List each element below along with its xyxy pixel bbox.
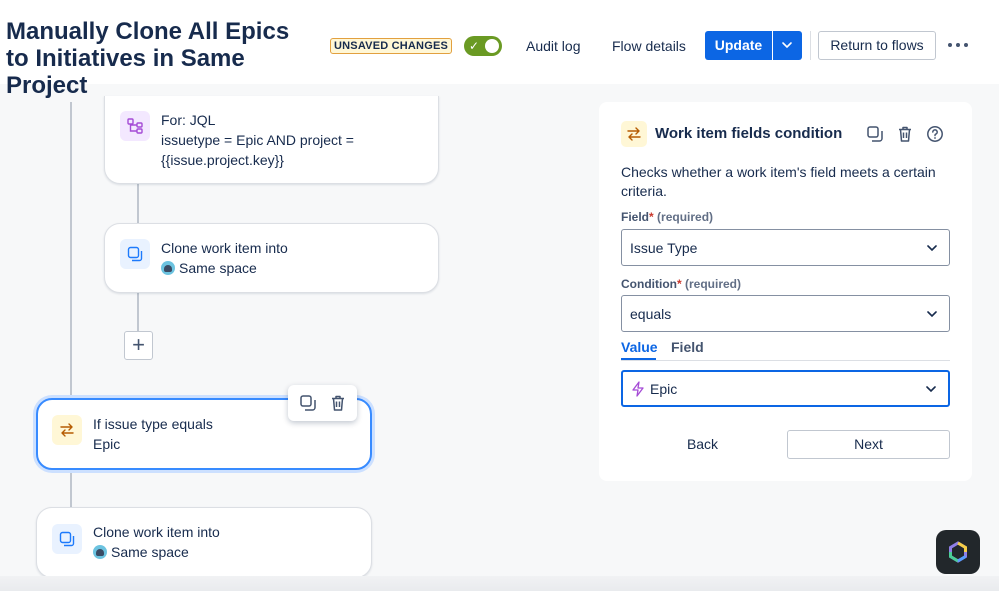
add-step-button[interactable]: + bbox=[124, 331, 153, 360]
condition-icon bbox=[52, 415, 82, 445]
toggle-knob bbox=[485, 39, 499, 53]
chevron-down-icon bbox=[927, 245, 937, 252]
jql-query-line: issuetype = Epic AND project = bbox=[161, 132, 354, 148]
value-select-value: Epic bbox=[650, 381, 678, 397]
duplicate-icon[interactable] bbox=[866, 125, 884, 143]
tab-active-indicator bbox=[621, 358, 656, 360]
flow-connector-main bbox=[70, 102, 72, 398]
top-bar: Manually Clone All Epics to Initiatives … bbox=[0, 0, 999, 99]
unsaved-changes-badge: UNSAVED CHANGES bbox=[330, 38, 453, 54]
tab-divider bbox=[621, 360, 950, 361]
condition-select-value: equals bbox=[630, 306, 672, 322]
flow-details-link[interactable]: Flow details bbox=[612, 37, 686, 55]
flow-connector-branch-1 bbox=[137, 184, 139, 224]
ai-assistant-button[interactable] bbox=[936, 530, 980, 574]
update-button[interactable]: Update bbox=[705, 31, 772, 60]
next-button[interactable]: Next bbox=[787, 430, 950, 459]
condition-label: Condition* (required) bbox=[621, 277, 742, 291]
space-avatar-icon bbox=[93, 545, 107, 559]
condition-select[interactable]: equals bbox=[621, 295, 950, 332]
panel-title: Work item fields condition bbox=[655, 125, 843, 142]
chevron-down-icon bbox=[782, 42, 792, 49]
field-select[interactable]: Issue Type bbox=[621, 229, 950, 266]
branch-icon bbox=[120, 111, 150, 141]
page-title: Manually Clone All Epics to Initiatives … bbox=[6, 18, 290, 99]
clone-icon bbox=[52, 524, 82, 554]
enable-toggle[interactable]: ✓ bbox=[464, 36, 502, 56]
check-icon: ✓ bbox=[469, 39, 480, 53]
jql-query-line-2: {{issue.project.key}} bbox=[161, 152, 284, 168]
more-icon bbox=[948, 43, 952, 47]
space-avatar-icon bbox=[161, 261, 175, 275]
rovo-logo-icon bbox=[949, 541, 967, 563]
trash-icon[interactable] bbox=[896, 125, 914, 143]
value-select[interactable]: Epic bbox=[621, 370, 950, 407]
clone-target-label: Same space bbox=[179, 260, 257, 276]
clone-work-item-card-2[interactable]: Clone work item into Same space bbox=[36, 507, 372, 578]
panel-description: Checks whether a work item's field meets… bbox=[621, 164, 936, 199]
lightning-icon bbox=[632, 381, 644, 397]
for-jql-card[interactable]: For: JQL issuetype = Epic AND project = … bbox=[104, 96, 439, 184]
clone-work-item-card[interactable]: Clone work item into Same space bbox=[104, 223, 439, 293]
if-card-value: Epic bbox=[93, 436, 121, 452]
clone-icon bbox=[120, 239, 150, 269]
chevron-down-icon bbox=[926, 386, 936, 393]
condition-config-panel: Work item fields condition Checks whethe… bbox=[599, 102, 972, 481]
chevron-down-icon bbox=[927, 311, 937, 318]
tab-value[interactable]: Value bbox=[621, 339, 658, 355]
help-icon[interactable] bbox=[926, 125, 944, 143]
clone-card-title: Clone work item into bbox=[93, 524, 220, 540]
card-toolbar bbox=[288, 385, 357, 421]
clone-target-label: Same space bbox=[111, 544, 189, 560]
more-actions-button[interactable] bbox=[946, 35, 970, 55]
if-card-title: If issue type equals bbox=[93, 416, 213, 432]
tab-field[interactable]: Field bbox=[671, 339, 704, 355]
for-jql-label: For: JQL bbox=[161, 112, 216, 128]
return-to-flows-button[interactable]: Return to flows bbox=[818, 31, 936, 60]
header-divider bbox=[810, 31, 811, 60]
field-label: Field* (required) bbox=[621, 210, 714, 224]
clone-card-title: Clone work item into bbox=[161, 240, 288, 256]
back-button[interactable]: Back bbox=[621, 430, 784, 459]
condition-icon bbox=[621, 121, 647, 147]
trash-icon[interactable] bbox=[329, 394, 347, 412]
duplicate-icon[interactable] bbox=[299, 394, 317, 412]
update-options-button[interactable] bbox=[773, 31, 802, 60]
flow-connector-branch-2 bbox=[137, 293, 139, 331]
field-select-value: Issue Type bbox=[630, 240, 698, 256]
audit-log-link[interactable]: Audit log bbox=[526, 37, 580, 55]
flow-connector-lower bbox=[70, 470, 72, 508]
canvas-footer bbox=[0, 576, 999, 591]
